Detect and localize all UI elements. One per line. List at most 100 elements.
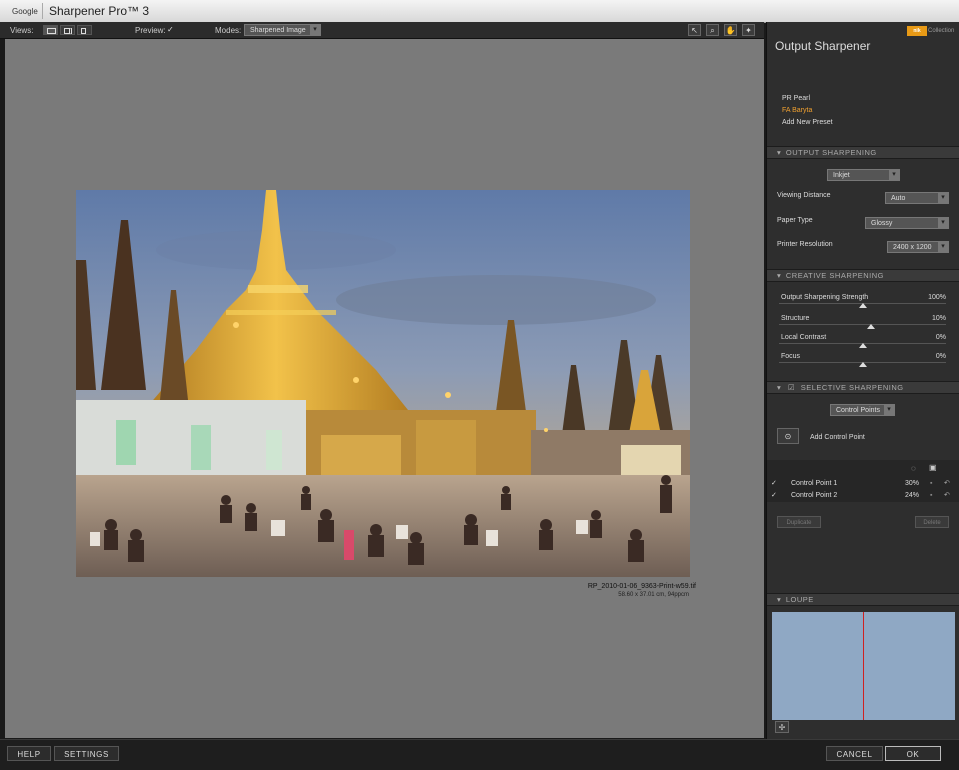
pointer-icon: ↖ xyxy=(691,26,698,35)
preview-label: Preview: xyxy=(135,26,166,35)
output-sharpener-panel: nik Collection Output Sharpener PR Pearl… xyxy=(766,22,959,739)
reset-icon[interactable]: ↶ xyxy=(944,478,950,489)
preset-fa-baryta[interactable]: FA Baryta xyxy=(782,107,812,114)
viewing-distance-dropdown[interactable]: Auto ▾ xyxy=(885,192,949,204)
selective-sharpening-title: SELECTIVE SHARPENING xyxy=(800,383,904,392)
mask-view-icon[interactable]: ▣ xyxy=(929,463,937,472)
slider-label: Output Sharpening Strength xyxy=(781,294,869,301)
creative-sharpening-title: CREATIVE SHARPENING xyxy=(785,271,884,280)
preset-pr-pearl[interactable]: PR Pearl xyxy=(782,95,810,102)
device-dropdown[interactable]: Inkjet ▾ xyxy=(827,169,900,181)
ok-button[interactable]: OK xyxy=(885,746,941,761)
slider-label: Local Contrast xyxy=(781,334,827,341)
collapse-icon: ▾ xyxy=(777,148,782,157)
chevron-down-icon: ▾ xyxy=(310,25,320,35)
show-mask-icon[interactable]: ◌ xyxy=(911,464,916,473)
loupe-header[interactable]: ▾ LOUPE xyxy=(767,593,959,606)
chevron-down-icon: ▾ xyxy=(938,193,948,203)
preview-checkbox[interactable]: ✓ xyxy=(167,26,175,34)
help-button[interactable]: HELP xyxy=(7,746,51,761)
reset-icon[interactable]: ↶ xyxy=(944,490,950,501)
panel-title: Output Sharpener xyxy=(775,39,871,53)
add-new-preset-link[interactable]: Add New Preset xyxy=(782,119,833,126)
slider-value: 0% xyxy=(935,334,946,341)
control-point-icon: ⊙ xyxy=(784,432,792,441)
add-control-point-label: Add Control Point xyxy=(810,434,865,441)
printer-resolution-value: 2400 x 1200 xyxy=(893,244,932,251)
split-view-button[interactable] xyxy=(60,25,75,35)
zoom-tool-button[interactable]: ⌕ xyxy=(706,24,719,36)
chevron-down-icon: ▾ xyxy=(889,170,899,180)
settings-button[interactable]: SETTINGS xyxy=(54,746,119,761)
add-control-point-button[interactable]: ⊙ xyxy=(777,428,799,444)
collapse-icon: ▾ xyxy=(777,595,782,604)
chevron-down-icon: ▾ xyxy=(938,218,948,228)
slider-thumb[interactable] xyxy=(866,324,875,329)
printer-resolution-label: Printer Resolution xyxy=(777,241,833,248)
checkbox-icon[interactable]: ✓ xyxy=(771,478,777,489)
duplicate-button[interactable]: Duplicate xyxy=(777,516,821,528)
control-point-value: 30% xyxy=(905,480,920,487)
toolbar: Views: Preview: ✓ Modes: Sharpened Image… xyxy=(0,22,764,39)
collapse-icon: ▾ xyxy=(777,271,782,280)
control-point-name: Control Point 1 xyxy=(791,480,838,487)
loupe-view[interactable] xyxy=(772,612,955,720)
checkbox-icon[interactable]: ✓ xyxy=(771,490,777,501)
title-bar: Google Sharpener Pro™ 3 xyxy=(0,0,959,23)
slider-label: Structure xyxy=(781,315,810,322)
paper-type-dropdown[interactable]: Glossy ▾ xyxy=(865,217,949,229)
control-point-row[interactable]: ✓ Control Point 1 30% ▪ ↶ xyxy=(767,478,959,489)
viewing-distance-label: Viewing Distance xyxy=(777,192,831,199)
collection-label: Collection xyxy=(928,28,955,34)
image-canvas[interactable]: RP_2010-01-06_9363-Print-w59.tif 58.60 x… xyxy=(5,39,764,738)
bottom-bar: HELP SETTINGS CANCEL OK xyxy=(0,739,959,770)
slider-thumb[interactable] xyxy=(858,362,867,367)
paper-type-value: Glossy xyxy=(871,220,893,227)
pointer-tool-button[interactable]: ↖ xyxy=(688,24,701,36)
pagoda-photo-illustration xyxy=(76,190,690,577)
selective-enable-checkbox[interactable]: ☑ xyxy=(788,383,795,392)
selective-sharpening-header[interactable]: ▾ ☑ SELECTIVE SHARPENING xyxy=(767,381,959,394)
loupe-divider-line[interactable] xyxy=(863,612,864,720)
slider-value: 0% xyxy=(935,353,946,360)
modes-dropdown[interactable]: Sharpened Image ▾ xyxy=(244,24,321,36)
split-view-icon xyxy=(64,28,72,34)
cancel-button[interactable]: CANCEL xyxy=(826,746,883,761)
modes-label: Modes: xyxy=(215,26,242,35)
control-point-value: 24% xyxy=(905,492,920,499)
preview-photo[interactable] xyxy=(76,190,690,577)
loupe-title: LOUPE xyxy=(785,595,814,604)
selective-mode-value: Control Points xyxy=(836,407,880,414)
chevron-down-icon: ▾ xyxy=(938,242,948,252)
hand-icon: ✋ xyxy=(725,26,736,35)
slider-thumb[interactable] xyxy=(858,343,867,348)
creative-sharpening-header[interactable]: ▾ CREATIVE SHARPENING xyxy=(767,269,959,282)
slider-value: 10% xyxy=(931,315,946,322)
device-value: Inkjet xyxy=(833,172,850,179)
control-point-name: Control Point 2 xyxy=(791,492,838,499)
lightbulb-icon: ✦ xyxy=(745,26,752,35)
printer-resolution-dropdown[interactable]: 2400 x 1200 ▾ xyxy=(887,241,949,253)
side-by-side-view-icon xyxy=(81,28,86,34)
views-label: Views: xyxy=(10,26,34,35)
nik-logo: nik xyxy=(907,26,927,36)
visibility-icon[interactable]: ▪ xyxy=(930,490,932,501)
loupe-pin-button[interactable]: ✢ xyxy=(775,721,789,733)
delete-button[interactable]: Delete xyxy=(915,516,949,528)
viewing-distance-value: Auto xyxy=(891,195,906,202)
control-point-row[interactable]: ✓ Control Point 2 24% ▪ ↶ xyxy=(767,490,959,501)
background-tool-button[interactable]: ✦ xyxy=(742,24,755,36)
image-filename: RP_2010-01-06_9363-Print-w59.tif xyxy=(587,583,696,590)
output-sharpening-header[interactable]: ▾ OUTPUT SHARPENING xyxy=(767,146,959,159)
single-view-icon xyxy=(47,28,56,34)
selective-mode-dropdown[interactable]: Control Points ▾ xyxy=(830,404,895,416)
app-title: Sharpener Pro™ 3 xyxy=(49,4,150,18)
side-by-side-view-button[interactable] xyxy=(77,25,92,35)
google-brand: Google xyxy=(12,7,38,16)
slider-thumb[interactable] xyxy=(858,303,867,308)
visibility-icon[interactable]: ▪ xyxy=(930,478,932,489)
single-view-button[interactable] xyxy=(43,25,58,35)
hand-tool-button[interactable]: ✋ xyxy=(724,24,737,36)
slider-track[interactable] xyxy=(779,324,946,325)
modes-value: Sharpened Image xyxy=(250,27,306,34)
